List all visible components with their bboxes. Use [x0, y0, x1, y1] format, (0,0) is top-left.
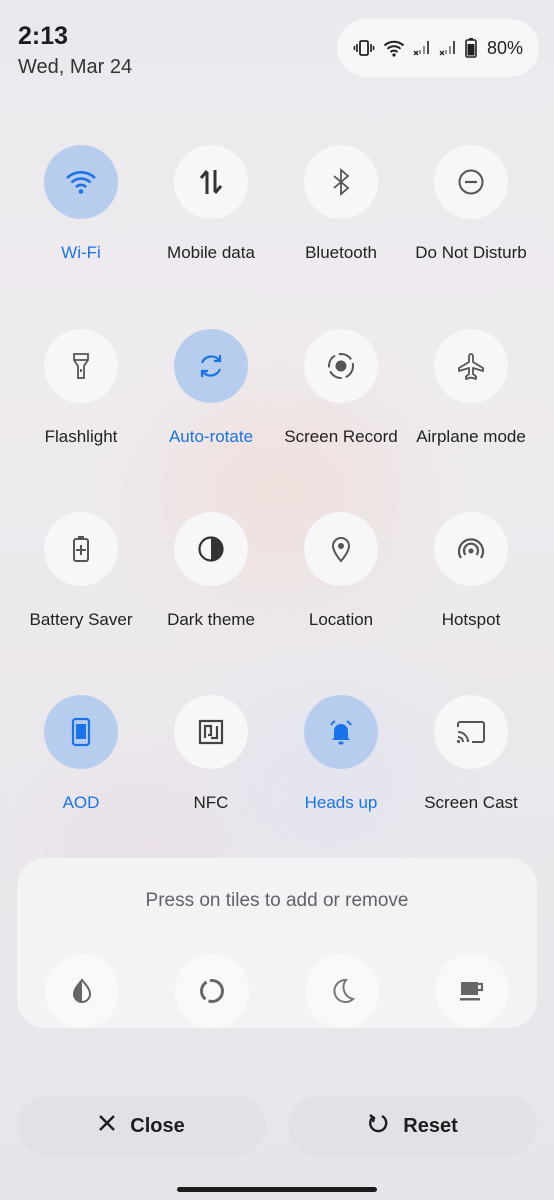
vibrate-icon	[353, 38, 375, 58]
tile-auto-rotate[interactable]: Auto-rotate	[146, 329, 276, 447]
tile-aod[interactable]: AOD	[16, 695, 146, 813]
tray-hint: Press on tiles to add or remove	[145, 890, 409, 911]
tile-label: Airplane mode	[416, 427, 526, 446]
tile-heads-up[interactable]: Heads up	[276, 695, 406, 813]
do-not-disturb-icon	[434, 145, 508, 219]
tile-label: Screen Cast	[424, 793, 518, 812]
tile-label: Mobile data	[167, 243, 255, 262]
tile-dark-theme[interactable]: Dark theme	[146, 512, 276, 630]
tile-label: Location	[308, 610, 374, 629]
reset-icon	[367, 1112, 389, 1140]
tile-do-not-disturb[interactable]: Do Not Disturb	[406, 145, 536, 263]
tile-label: Wi-Fi	[61, 243, 101, 262]
status-indicators[interactable]: 80%	[337, 19, 539, 77]
navigation-handle[interactable]	[177, 1187, 377, 1192]
tile-mobile-data[interactable]: Mobile data	[146, 145, 276, 263]
tile-location[interactable]: Location	[276, 512, 406, 630]
flashlight-icon	[44, 329, 118, 403]
screen-cast-icon	[434, 695, 508, 769]
aod-icon	[44, 695, 118, 769]
color-inversion-icon[interactable]	[45, 954, 119, 1028]
tile-bluetooth[interactable]: Bluetooth	[276, 145, 406, 263]
available-tiles-tray: Press on tiles to add or remove	[17, 858, 537, 1028]
tile-screen-record[interactable]: Screen Record	[276, 329, 406, 447]
data-saver-icon[interactable]	[175, 954, 249, 1028]
heads-up-icon	[304, 695, 378, 769]
tile-battery-saver[interactable]: Battery Saver	[16, 512, 146, 630]
dark-theme-icon	[174, 512, 248, 586]
nfc-icon	[174, 695, 248, 769]
signal-icon	[413, 39, 431, 57]
tile-screen-cast[interactable]: Screen Cast	[406, 695, 536, 813]
tile-wifi[interactable]: Wi-Fi	[16, 145, 146, 263]
tile-nfc[interactable]: NFC	[146, 695, 276, 813]
tile-label: Screen Record	[284, 427, 398, 446]
tile-airplane-mode[interactable]: Airplane mode	[406, 329, 536, 447]
mobile-data-icon	[174, 145, 248, 219]
airplane-icon	[434, 329, 508, 403]
tile-label: Heads up	[304, 793, 378, 812]
bluetooth-icon	[304, 145, 378, 219]
battery-percentage: 80%	[486, 37, 524, 58]
signal-icon	[439, 39, 457, 57]
tile-label: Flashlight	[44, 427, 118, 446]
location-icon	[304, 512, 378, 586]
reset-label: Reset	[403, 1114, 458, 1137]
hotspot-icon	[434, 512, 508, 586]
tile-label: AOD	[62, 793, 100, 812]
caffeine-icon[interactable]	[435, 954, 509, 1028]
battery-saver-icon	[44, 512, 118, 586]
auto-rotate-icon	[174, 329, 248, 403]
wifi-icon	[44, 145, 118, 219]
status-date: Wed, Mar 24	[18, 56, 133, 78]
tile-label: Dark theme	[167, 610, 255, 629]
close-icon	[98, 1114, 116, 1138]
tile-label: Battery Saver	[29, 610, 133, 629]
night-light-icon[interactable]	[305, 954, 379, 1028]
status-time: 2:13	[18, 22, 69, 50]
tile-label: NFC	[193, 793, 229, 812]
tile-label: Auto-rotate	[168, 427, 254, 446]
screen-record-icon	[304, 329, 378, 403]
reset-button[interactable]: Reset	[288, 1096, 537, 1156]
tile-hotspot[interactable]: Hotspot	[406, 512, 536, 630]
tile-flashlight[interactable]: Flashlight	[16, 329, 146, 447]
close-button[interactable]: Close	[17, 1096, 266, 1156]
battery-icon	[465, 38, 477, 58]
wifi-icon	[383, 39, 405, 57]
close-label: Close	[130, 1114, 185, 1137]
tile-label: Do Not Disturb	[415, 243, 527, 262]
tile-label: Bluetooth	[305, 243, 377, 262]
tile-label: Hotspot	[441, 610, 501, 629]
